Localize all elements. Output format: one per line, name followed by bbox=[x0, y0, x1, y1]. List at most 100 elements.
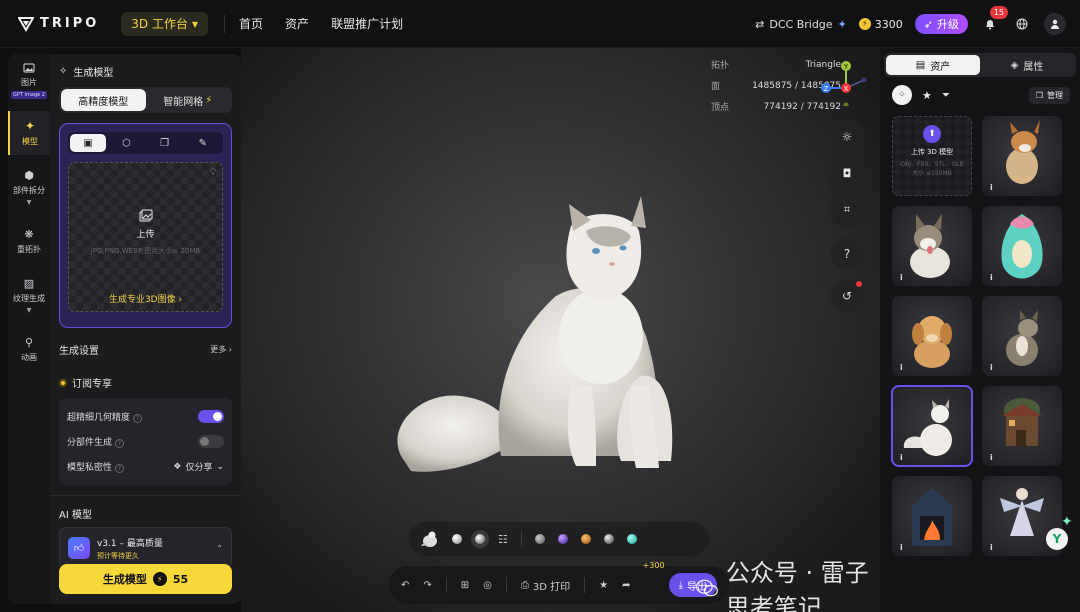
ar-view-icon[interactable]: ◎ bbox=[483, 580, 492, 591]
3d-model-cat[interactable] bbox=[391, 186, 721, 486]
credits[interactable]: ⚡ 3300 bbox=[858, 18, 903, 31]
pro-3d-image-link[interactable]: 生成专业3D图像 › bbox=[69, 292, 222, 305]
info-icon[interactable]: i bbox=[990, 183, 998, 192]
gift-icon[interactable]: ⊞ bbox=[461, 580, 469, 591]
filter-all-icon[interactable]: ⁘ bbox=[892, 85, 912, 105]
info-icon[interactable]: i bbox=[990, 453, 998, 462]
settings-row[interactable]: 生成设置 更多 › bbox=[59, 342, 232, 357]
mode-high-precision[interactable]: 高精度模型 bbox=[61, 89, 146, 111]
info-icon[interactable]: i bbox=[900, 363, 908, 372]
tab-single-image[interactable]: ▣ bbox=[70, 134, 107, 152]
camera-icon[interactable]: ◘ bbox=[843, 167, 852, 180]
assistant-button[interactable]: Y bbox=[1046, 528, 1068, 550]
help-button[interactable]: ? bbox=[831, 238, 863, 270]
language-button[interactable] bbox=[1012, 14, 1032, 34]
generate-model-button[interactable]: 生成模型 ⚡ 55 bbox=[59, 564, 232, 594]
info-icon[interactable]: i bbox=[900, 453, 908, 462]
axis-gizmo[interactable]: Y Z X bbox=[818, 56, 868, 106]
favorite-star-icon[interactable]: ★ bbox=[922, 89, 932, 102]
rail-item-label: 纹理生成 bbox=[13, 294, 45, 303]
layers-icon: ◈ bbox=[1010, 59, 1019, 71]
asset-tile-corgi[interactable]: i bbox=[982, 116, 1062, 196]
upload-icon: ⬆ bbox=[923, 125, 941, 143]
3d-viewport[interactable]: 拓扑 Triangle 面 1485875 / 1485875 顶点 774192 /… bbox=[241, 48, 880, 612]
star-icon[interactable]: ★ bbox=[599, 580, 608, 591]
asset-tile-tabby[interactable]: i bbox=[982, 296, 1062, 376]
material-orange-icon[interactable] bbox=[580, 534, 591, 544]
help-icon[interactable]: ? bbox=[115, 464, 125, 473]
asset-tile-white-cat[interactable]: i bbox=[891, 385, 973, 467]
brand-name: TRIPO bbox=[40, 16, 100, 31]
asset-tile-fireplace[interactable]: i bbox=[892, 476, 972, 556]
vip-options: 超精细几何精度? 分部件生成? 模型私密性? ❖ 仅分享 ⌄ bbox=[59, 398, 232, 485]
part-generation-toggle[interactable] bbox=[198, 435, 224, 448]
material-metal-icon[interactable] bbox=[603, 534, 614, 544]
user-avatar[interactable] bbox=[1044, 13, 1066, 35]
info-icon[interactable]: i bbox=[900, 273, 908, 282]
gizmo-y-label: Y bbox=[843, 63, 849, 71]
model-selector[interactable]: 👍︎ v3.1 – 最高质量 预计等待更久 ⌃ bbox=[59, 527, 232, 569]
manage-button[interactable]: ❐ 管理 bbox=[1028, 86, 1070, 104]
asset-tile-golden[interactable]: i bbox=[892, 296, 972, 376]
nav-home[interactable]: 首页 bbox=[239, 15, 263, 32]
bulb-icon[interactable]: 💡︎ bbox=[210, 168, 216, 178]
material-purple-icon[interactable] bbox=[557, 534, 568, 544]
help-icon[interactable]: ? bbox=[133, 414, 143, 423]
redo-icon[interactable]: ↷ bbox=[423, 580, 431, 591]
mode-smart-mesh[interactable]: 智能网格 ⚡ bbox=[146, 89, 231, 111]
info-icon[interactable]: i bbox=[990, 273, 998, 282]
tab-properties[interactable]: ◈ 属性 bbox=[980, 55, 1074, 75]
tab-multi-view[interactable]: ⬡ bbox=[108, 134, 144, 152]
nav-assets[interactable]: 资产 bbox=[285, 15, 309, 32]
info-icon[interactable]: i bbox=[990, 543, 998, 552]
option-ultra-geometry: 超精细几何精度? bbox=[67, 404, 224, 429]
viewport-toolbar: ☼ ◘ ⌗ bbox=[831, 118, 863, 228]
undo-icon[interactable]: ↶ bbox=[401, 580, 409, 591]
separator bbox=[445, 577, 447, 593]
workspace-dropdown[interactable]: 3D 工作台 ▾ bbox=[121, 11, 209, 36]
dcc-bridge-button[interactable]: ⇄ DCC Bridge ✦ bbox=[755, 18, 847, 31]
rail-item-animation[interactable]: ⚲ 动画 bbox=[8, 328, 50, 371]
asset-tile-husky[interactable]: i bbox=[892, 206, 972, 286]
tab-multi-image[interactable]: ❐ bbox=[147, 134, 183, 152]
upload-3d-model-tile[interactable]: ⬆ 上传 3D 模型 OBJ、FBX、STL、GLB 大小 ≤150MB bbox=[892, 116, 972, 196]
rail-item-image[interactable]: 图片 GPT Image 2 bbox=[8, 54, 50, 107]
cat-thumbnail-icon[interactable] bbox=[419, 530, 439, 548]
crop-icon[interactable]: ⌗ bbox=[844, 203, 850, 217]
lighting-icon[interactable]: ☼ bbox=[842, 130, 853, 144]
bell-icon bbox=[986, 20, 994, 30]
logo[interactable]: TRIPO bbox=[18, 16, 99, 32]
asset-tile-treehouse[interactable]: i bbox=[982, 386, 1062, 466]
rail-item-label: 图片 bbox=[21, 78, 37, 87]
notification-button[interactable]: 15 bbox=[980, 6, 1008, 34]
material-gray-icon[interactable] bbox=[534, 534, 545, 544]
shading-clay-icon[interactable] bbox=[452, 534, 462, 544]
asset-tile-egg[interactable]: i bbox=[982, 206, 1062, 286]
upgrade-button[interactable]: ➶ 升级 bbox=[914, 14, 968, 34]
info-icon[interactable]: i bbox=[990, 363, 998, 372]
option-privacy: 模型私密性? ❖ 仅分享 ⌄ bbox=[67, 454, 224, 479]
share-icon[interactable]: ➦ bbox=[622, 580, 630, 591]
tab-assets[interactable]: ▤ 资产 bbox=[886, 55, 980, 75]
adjust-icon[interactable]: ☷ bbox=[498, 533, 508, 546]
rail-item-parts[interactable]: ⬢ 部件拆分 ▼ bbox=[8, 161, 50, 214]
history-icon: ↺ bbox=[841, 289, 853, 303]
help-icon[interactable]: ? bbox=[115, 439, 125, 448]
ultra-geometry-toggle[interactable] bbox=[198, 410, 224, 423]
nav-affiliate[interactable]: 联盟推广计划 bbox=[331, 15, 403, 32]
rail-item-retopo[interactable]: ❋ 重拓扑 bbox=[8, 220, 50, 263]
bolt-icon: ⚡ bbox=[152, 572, 167, 586]
privacy-dropdown[interactable]: ❖ 仅分享 ⌄ bbox=[173, 460, 224, 474]
rail-item-texture[interactable]: ▨ 纹理生成 ▼ bbox=[8, 269, 50, 322]
print-button[interactable]: ⎙ 3D 打印 bbox=[521, 578, 570, 593]
material-teal-icon[interactable] bbox=[626, 534, 637, 544]
history-button[interactable]: ↺ bbox=[831, 280, 863, 312]
info-icon[interactable]: i bbox=[900, 543, 908, 552]
rail-item-model[interactable]: ✦ 模型 bbox=[8, 111, 50, 155]
image-dropzone[interactable]: 💡︎ 上传 JPG,PNG,WEBP 图片大小≤ 20MB 生成专业3D图像 › bbox=[68, 162, 223, 312]
filter-icon[interactable]: ⏷ bbox=[942, 90, 950, 101]
shading-texture-icon[interactable] bbox=[475, 534, 485, 544]
upload-3d-title: 上传 3D 模型 bbox=[910, 148, 954, 156]
tab-text[interactable]: ✎ bbox=[185, 134, 221, 152]
more-link[interactable]: 更多 › bbox=[210, 344, 232, 355]
